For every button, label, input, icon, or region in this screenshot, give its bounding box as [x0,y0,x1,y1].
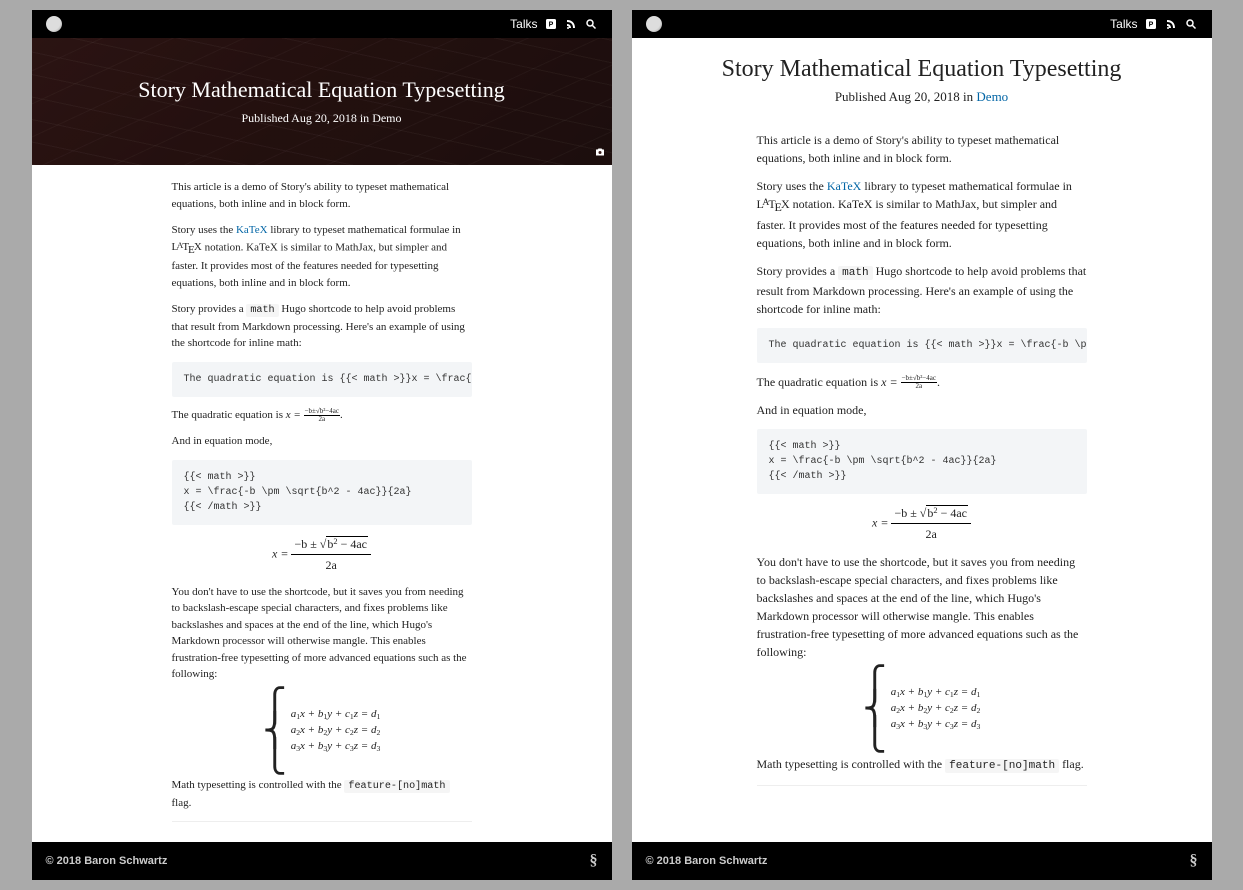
meta-prefix: Published [835,89,889,104]
code-block-inline-example: The quadratic equation is {{< math >}}x … [172,362,472,397]
meta-in: in [960,89,977,104]
hero-plain: Story Mathematical Equation Typesetting … [632,38,1212,117]
code-math: math [838,266,872,280]
para-explain: You don't have to use the shortcode, but… [757,553,1087,661]
section-icon[interactable]: § [1190,852,1198,870]
para-eqmode: And in equation mode, [757,401,1087,419]
copyright: © 2018 Baron Schwartz [46,855,168,867]
para-shortcode: Story provides a math Hugo shortcode to … [172,301,472,351]
eq-quadratic-block: x = −b ± b2 − 4ac2a [757,504,1087,543]
para-katex: Story uses the KaTeX library to typeset … [172,222,472,291]
copyright: © 2018 Baron Schwartz [646,855,768,867]
code-flag: feature-[no]math [945,759,1059,773]
para-quadratic-inline: The quadratic equation is x = −b±√b²−4ac… [757,373,1087,391]
camera-icon[interactable] [594,146,606,161]
para-intro: This article is a demo of Story's abilit… [172,179,472,212]
para-flag: Math typesetting is controlled with the … [172,777,472,811]
article-body: This article is a demo of Story's abilit… [757,131,1087,842]
eq-system: ⎧⎨⎩ a1x + b1y + c1z = d1 a2x + b2y + c2z… [757,671,1087,748]
para-flag: Math typesetting is controlled with the … [757,755,1087,775]
para-quadratic-inline: The quadratic equation is x = −b±√b²−4ac… [172,407,472,424]
katex-link[interactable]: KaTeX [827,179,861,193]
site-logo[interactable] [46,16,62,32]
katex-link[interactable]: KaTeX [236,224,268,236]
page-meta: Published Aug 20, 2018 in Demo [652,89,1192,105]
rss-icon[interactable] [1164,17,1178,31]
svg-text:P: P [548,22,553,29]
pinterest-icon[interactable]: P [1144,17,1158,31]
page-variant-plain: Talks P Story Mathematical Equation Type… [632,10,1212,880]
divider [172,821,472,822]
code-block-inline-example: The quadratic equation is {{< math >}}x … [757,328,1087,363]
meta-prefix: Published [241,111,291,125]
rss-icon[interactable] [564,17,578,31]
footer: © 2018 Baron Schwartz § [632,842,1212,880]
code-block-display-example: {{< math >}} x = \frac{-b \pm \sqrt{b^2 … [757,429,1087,494]
page-title: Story Mathematical Equation Typesetting [138,77,504,103]
code-block-display-example: {{< math >}} x = \frac{-b \pm \sqrt{b^2 … [172,460,472,525]
section-icon[interactable]: § [590,852,598,870]
meta-category[interactable]: Demo [976,89,1008,104]
topbar: Talks P [32,10,612,38]
search-icon[interactable] [1184,17,1198,31]
page-title: Story Mathematical Equation Typesetting [652,56,1192,83]
meta-in: in [357,111,372,125]
meta-date: Aug 20, 2018 [889,89,960,104]
eq-quadratic-inline: x = −b±√b²−4ac2a [881,375,937,389]
para-katex: Story uses the KaTeX library to typeset … [757,177,1087,252]
para-eqmode: And in equation mode, [172,433,472,450]
page-variant-hero: Talks P Story Mathematical Equation Type… [32,10,612,880]
brace-icon: ⎧⎨⎩ [863,671,887,748]
nav-talks[interactable]: Talks [510,17,537,31]
divider [757,785,1087,786]
eq-system: ⎧⎨⎩ a1x + b1y + c1z = d1 a2x + b2y + c2z… [172,693,472,770]
article-body: This article is a demo of Story's abilit… [172,179,472,842]
topbar: Talks P [632,10,1212,38]
para-shortcode: Story provides a math Hugo shortcode to … [757,262,1087,318]
search-icon[interactable] [584,17,598,31]
footer: © 2018 Baron Schwartz § [32,842,612,880]
para-intro: This article is a demo of Story's abilit… [757,131,1087,167]
latex-logo: LATEX [757,197,790,211]
brace-icon: ⎧⎨⎩ [263,693,287,770]
latex-logo: LATEX [172,241,202,253]
eq-quadratic-block: x = −b ± b2 − 4ac2a [172,535,472,574]
page-meta: Published Aug 20, 2018 in Demo [241,111,401,126]
code-flag: feature-[no]math [344,780,449,793]
nav-talks[interactable]: Talks [1110,17,1137,31]
para-explain: You don't have to use the shortcode, but… [172,584,472,683]
site-logo[interactable] [646,16,662,32]
code-math: math [246,304,278,317]
meta-category[interactable]: Demo [372,111,401,125]
pinterest-icon[interactable]: P [544,17,558,31]
svg-text:P: P [1148,22,1153,29]
eq-quadratic-inline: x = −b±√b²−4ac2a [286,409,340,421]
meta-date: Aug 20, 2018 [291,111,357,125]
